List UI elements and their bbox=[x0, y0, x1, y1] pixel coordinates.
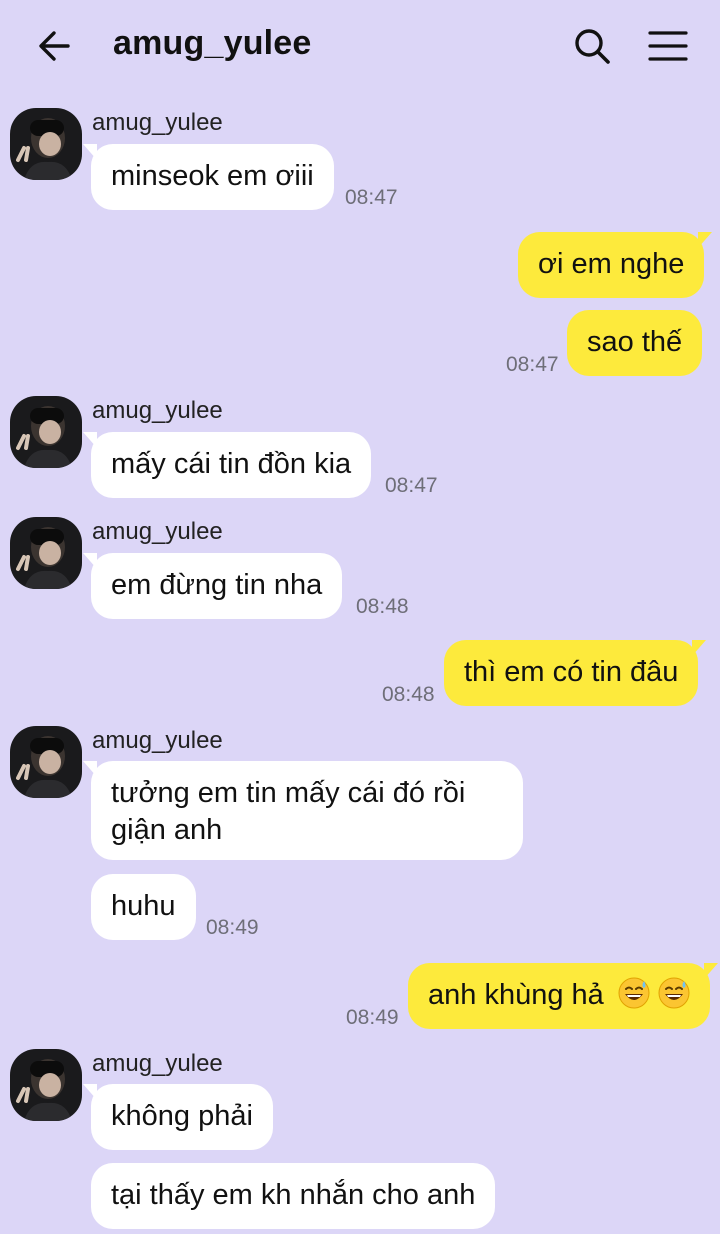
message-text: thì em có tin đâu bbox=[464, 656, 679, 688]
sender-name: amug_yulee bbox=[92, 727, 223, 754]
outgoing-message-bubble[interactable]: thì em có tin đâu bbox=[444, 640, 707, 706]
contact-avatar[interactable] bbox=[10, 1049, 82, 1121]
contact-avatar[interactable] bbox=[10, 517, 82, 589]
message-time: 08:49 bbox=[206, 916, 259, 939]
contact-avatar[interactable] bbox=[10, 726, 82, 798]
incoming-message-bubble[interactable]: minseok em ơiii bbox=[83, 144, 334, 210]
incoming-message-bubble[interactable]: huhu bbox=[91, 874, 196, 940]
avatar-photo bbox=[10, 108, 82, 180]
message-text: sao thế bbox=[587, 326, 683, 358]
incoming-message-bubble[interactable]: tại thấy em kh nhắn cho anh bbox=[91, 1163, 496, 1229]
message-text: huhu bbox=[111, 890, 176, 922]
hamburger-menu-icon[interactable] bbox=[644, 22, 692, 70]
avatar-photo bbox=[10, 1049, 82, 1121]
back-arrow-icon[interactable] bbox=[30, 22, 78, 70]
chat-header: amug_yulee bbox=[0, 0, 720, 92]
message-text: tưởng em tin mấy cái đó rồi giận anh bbox=[111, 777, 466, 846]
message-time: 08:47 bbox=[385, 474, 438, 497]
avatar-photo bbox=[10, 517, 82, 589]
sender-name: amug_yulee bbox=[92, 518, 223, 545]
message-time: 08:47 bbox=[506, 353, 559, 376]
incoming-message-bubble[interactable]: mấy cái tin đồn kia bbox=[82, 432, 372, 498]
message-text: không phải bbox=[111, 1100, 253, 1132]
message-text: tại thấy em kh nhắn cho anh bbox=[111, 1179, 476, 1211]
message-text: ơi em nghe bbox=[538, 248, 685, 280]
message-text: mấy cái tin đồn kia bbox=[111, 448, 352, 480]
message-time: 08:49 bbox=[346, 1006, 399, 1029]
incoming-message-bubble[interactable]: em đừng tin nha bbox=[82, 553, 343, 619]
message-time: 08:48 bbox=[382, 683, 435, 706]
outgoing-message-bubble[interactable]: anh khùng hả bbox=[408, 963, 718, 1029]
contact-avatar[interactable] bbox=[10, 396, 82, 468]
outgoing-message-bubble[interactable]: sao thế bbox=[567, 310, 703, 376]
avatar-photo bbox=[10, 726, 82, 798]
outgoing-message-bubble[interactable]: ơi em nghe bbox=[518, 232, 713, 298]
message-text: minseok em ơiii bbox=[111, 160, 314, 192]
incoming-message-bubble[interactable]: tưởng em tin mấy cái đó rồi giận anh bbox=[83, 761, 523, 860]
message-text: anh khùng hả bbox=[428, 979, 604, 1011]
sender-name: amug_yulee bbox=[92, 1050, 223, 1077]
message-time: 08:47 bbox=[345, 186, 398, 209]
grinning-sweat-emoji bbox=[618, 977, 690, 1014]
search-icon[interactable] bbox=[568, 22, 616, 70]
message-time: 08:48 bbox=[356, 595, 409, 618]
incoming-message-bubble[interactable]: không phải bbox=[83, 1084, 273, 1150]
message-text: em đừng tin nha bbox=[111, 569, 323, 601]
sender-name: amug_yulee bbox=[92, 109, 223, 136]
chat-title[interactable]: amug_yulee bbox=[113, 24, 312, 63]
contact-avatar[interactable] bbox=[10, 108, 82, 180]
sender-name: amug_yulee bbox=[92, 397, 223, 424]
avatar-photo bbox=[10, 396, 82, 468]
